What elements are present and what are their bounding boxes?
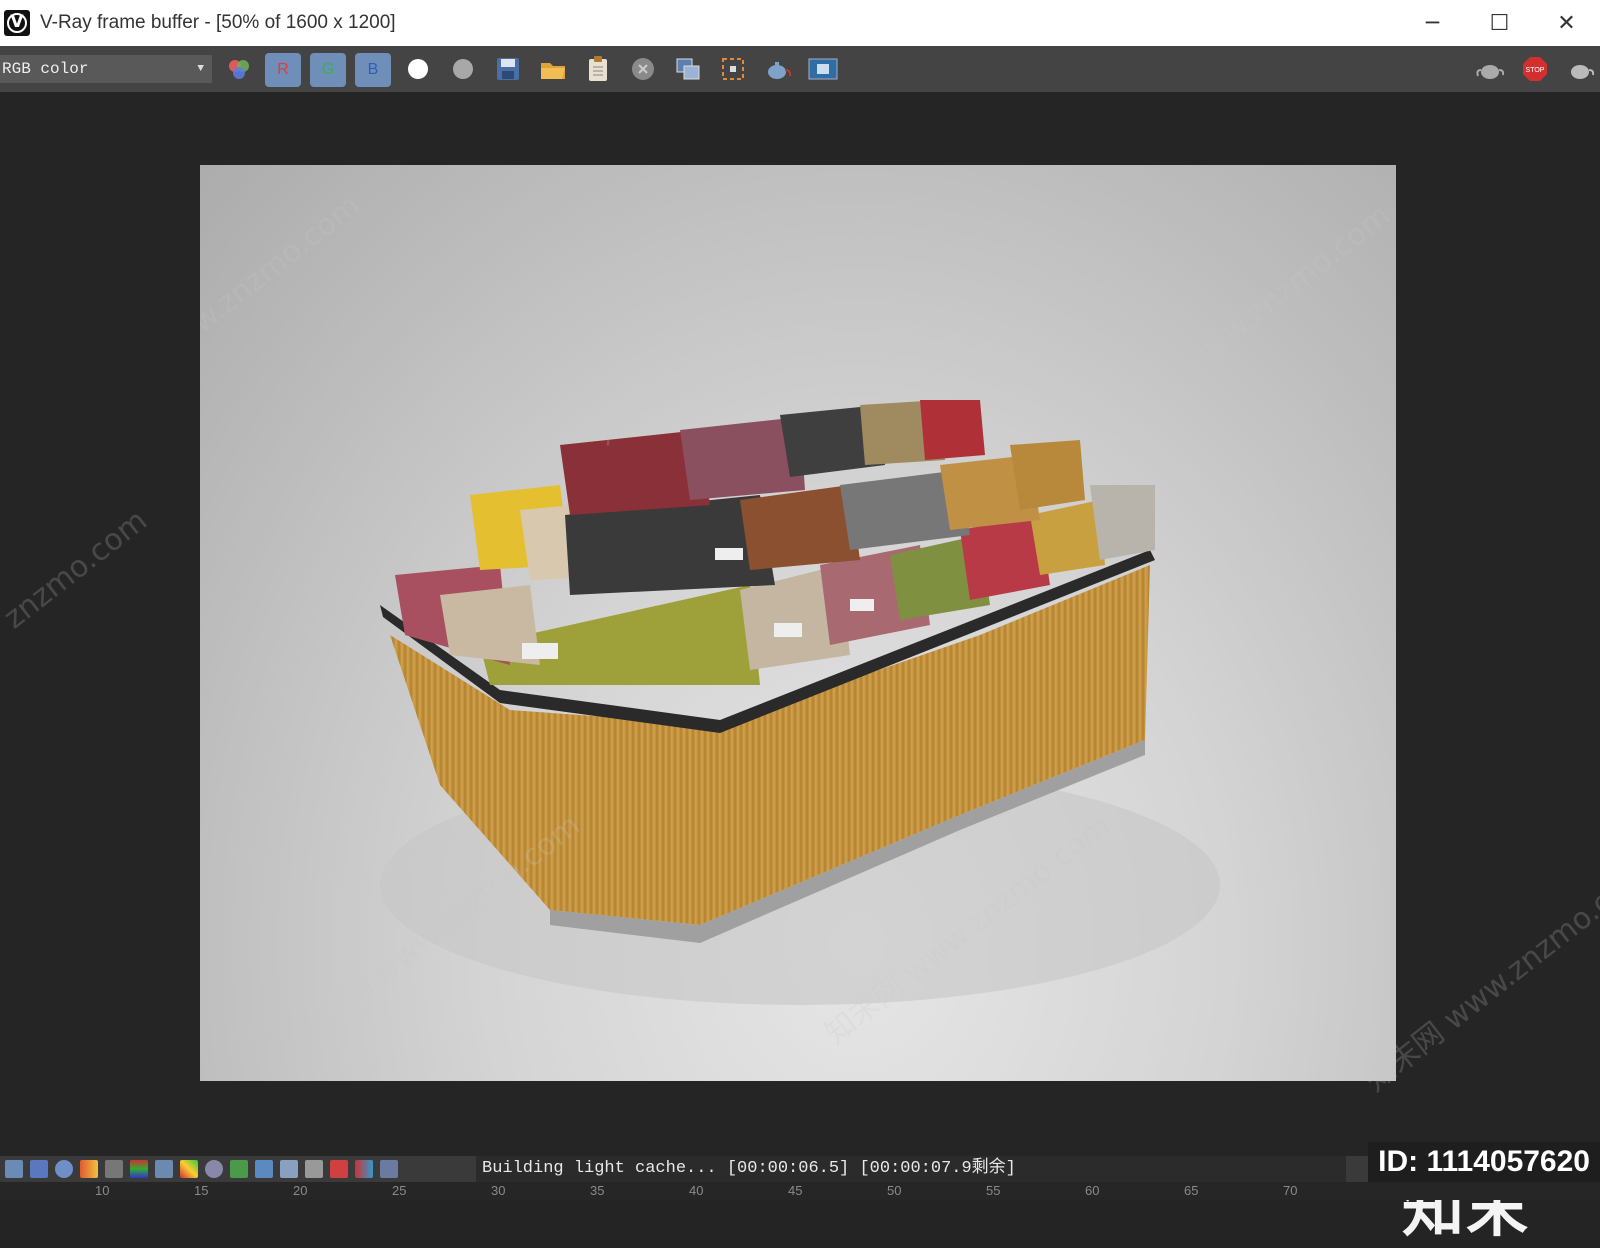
clipboard-icon[interactable] — [583, 54, 613, 84]
render-viewport[interactable]: 知末网 www.znzmo.com 知末网 www.znzmo.com 知末网 … — [0, 92, 1600, 1245]
hsl-icon[interactable] — [105, 1160, 123, 1178]
title-bar: V V-Ray frame buffer - [50% of 1600 x 12… — [0, 0, 1600, 46]
window-controls: ─ ☐ ✕ — [1399, 0, 1600, 46]
ruler-label: 35 — [590, 1183, 605, 1198]
curves-icon[interactable] — [180, 1160, 198, 1178]
teapot-render-icon[interactable] — [763, 54, 793, 84]
region-render-icon[interactable] — [718, 54, 748, 84]
background-icon[interactable] — [230, 1160, 248, 1178]
ruler-label: 55 — [986, 1183, 1001, 1198]
minimize-button[interactable]: ─ — [1399, 0, 1466, 46]
exposure-icon[interactable] — [205, 1160, 223, 1178]
layers-icon[interactable] — [5, 1160, 23, 1178]
app-icon-letter: V — [7, 13, 27, 33]
stamp-icon[interactable] — [380, 1160, 398, 1178]
status-bar: Building light cache... [00:00:06.5] [00… — [0, 1156, 1600, 1182]
render-status-text: Building light cache... [00:00:06.5] [00… — [476, 1156, 1346, 1182]
ruler-label: 40 — [689, 1183, 704, 1198]
teapot-icon[interactable] — [1475, 54, 1505, 84]
channel-green-button[interactable]: G — [310, 53, 346, 87]
gray-circle-icon[interactable] — [448, 54, 478, 84]
histogram-icon[interactable] — [155, 1160, 173, 1178]
watermark: znzmo.com — [0, 503, 154, 636]
open-folder-icon[interactable] — [538, 54, 568, 84]
clear-icon[interactable] — [628, 54, 658, 84]
rgb-circles-icon[interactable] — [224, 54, 254, 84]
lut-curve-icon[interactable] — [255, 1160, 273, 1178]
render-image: 知末网 www.znzmo.com 知末网 www.znzmo.com 知末网 … — [200, 165, 1396, 1081]
chevron-down-icon: ▼ — [197, 63, 204, 75]
lut-icon[interactable] — [280, 1160, 298, 1178]
ruler-label: 50 — [887, 1183, 902, 1198]
white-circle-icon[interactable] — [403, 54, 433, 84]
channel-blue-button[interactable]: B — [355, 53, 391, 87]
ruler-label: 45 — [788, 1183, 803, 1198]
film-strip-icon[interactable] — [808, 54, 838, 84]
lens-effects-icon[interactable] — [330, 1160, 348, 1178]
timeline-ruler: 10 15 20 25 30 35 40 45 50 55 60 65 70 — [0, 1182, 1600, 1200]
svg-text:STOP: STOP — [1526, 67, 1545, 74]
toolbar: RGB color ▼ R G B STOP — [0, 46, 1600, 92]
ruler-label: 10 — [95, 1183, 110, 1198]
levels-icon[interactable] — [130, 1160, 148, 1178]
channel-red-button[interactable]: R — [265, 53, 301, 87]
channel-dropdown[interactable]: RGB color ▼ — [0, 55, 212, 83]
save-icon[interactable] — [493, 54, 523, 84]
history-icon[interactable] — [30, 1160, 48, 1178]
ruler-label: 25 — [392, 1183, 407, 1198]
stop-icon[interactable]: STOP — [1520, 54, 1550, 84]
ruler-label: 15 — [194, 1183, 209, 1198]
channel-value: RGB color — [2, 60, 89, 78]
ruler-label: 30 — [491, 1183, 506, 1198]
color-correction-icon[interactable] — [80, 1160, 98, 1178]
teapot-right-icon[interactable] — [1565, 54, 1595, 84]
window-title: V-Ray frame buffer - [50% of 1600 x 1200… — [40, 12, 396, 33]
close-button[interactable]: ✕ — [1533, 0, 1600, 46]
ruler-label: 60 — [1085, 1183, 1100, 1198]
image-id-label: ID: 1114057620 — [1368, 1142, 1600, 1182]
vray-logo-icon: V — [4, 10, 30, 36]
ruler-label: 70 — [1283, 1183, 1298, 1198]
channels-icon[interactable] — [355, 1160, 373, 1178]
compare-icon[interactable] — [673, 54, 703, 84]
info-icon[interactable] — [55, 1160, 73, 1178]
ruler-label: 65 — [1184, 1183, 1199, 1198]
hdr-icon[interactable] — [305, 1160, 323, 1178]
ruler-label: 20 — [293, 1183, 308, 1198]
maximize-button[interactable]: ☐ — [1466, 0, 1533, 46]
